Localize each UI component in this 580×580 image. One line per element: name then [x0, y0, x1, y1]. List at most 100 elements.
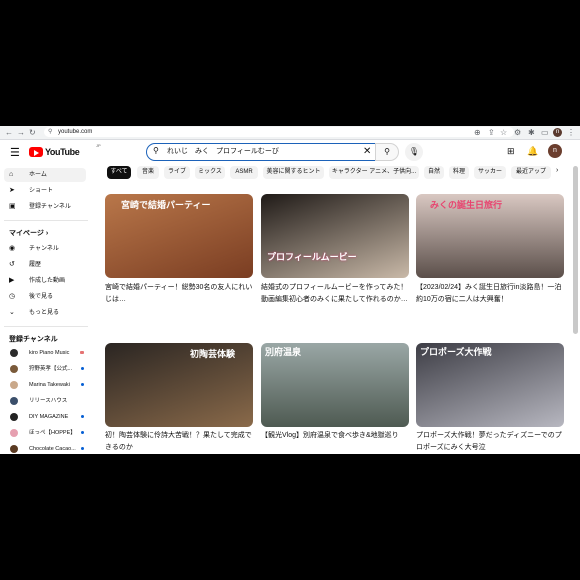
bookmark-icon[interactable]: ☆	[500, 127, 507, 138]
subscription-item[interactable]: kiro Piano Music	[4, 346, 86, 360]
subscription-label: 狩野英孝【公式...	[29, 366, 73, 372]
thumbnail-caption: 宮崎で結婚パーティー	[121, 200, 211, 210]
sidebar-item-label: 後で見る	[29, 294, 54, 300]
back-icon[interactable]: ←	[5, 127, 13, 138]
channel-avatar	[10, 349, 18, 357]
chip-live[interactable]: ライブ	[164, 166, 190, 179]
chip-all[interactable]: すべて	[107, 166, 131, 179]
sidebar-item-subscriptions[interactable]: ▣ 登録チャンネル	[4, 200, 86, 214]
video-thumbnail[interactable]: 初陶芸体験	[105, 343, 253, 427]
sidebar-divider	[4, 326, 88, 327]
video-thumbnail[interactable]: 宮崎で結婚パーティー	[105, 194, 253, 278]
sidebar-item-label: 登録チャンネル	[29, 204, 71, 210]
sidebar: ⌂ ホーム ➤ ショート ▣ 登録チャンネル マイページ › ◉ チャンネル ↺…	[0, 166, 92, 454]
sidebar-item-label: もっと見る	[29, 310, 60, 316]
watch-later-icon: ◷	[9, 293, 16, 300]
search-box[interactable]: ⚲ れいじ みく プロフィールむーび ✕	[146, 143, 376, 161]
video-thumbnail[interactable]: みくの誕生日旅行	[416, 194, 564, 278]
site-info-icon[interactable]: ⚲	[48, 127, 52, 137]
chip-mix[interactable]: ミックス	[195, 166, 225, 179]
browser-profile-avatar[interactable]: n	[553, 128, 562, 137]
search-input[interactable]: れいじ みく プロフィールむーび	[167, 144, 279, 160]
channel-avatar	[10, 445, 18, 453]
new-content-dot-icon	[81, 367, 84, 370]
sidebar-item-shorts[interactable]: ➤ ショート	[4, 184, 86, 198]
browser-menu-icon[interactable]: ⋮	[567, 127, 575, 138]
chip-cooking[interactable]: 料理	[449, 166, 469, 179]
sidepanel-icon[interactable]: ▭	[541, 127, 549, 138]
new-content-dot-icon	[81, 447, 84, 450]
video-title[interactable]: 宮崎で結婚パーティー！総勢30名の友人にれいじは…	[105, 282, 253, 306]
search-icon: ⚲	[153, 146, 159, 155]
subscription-label: DIY MAGAZINE	[29, 414, 69, 420]
notifications-icon[interactable]: 🔔	[527, 146, 538, 157]
video-title[interactable]: 【2023/02/24】みく誕生日旅行in淡路島！一泊約10万の宿に二人は大興奮…	[416, 282, 564, 306]
subscription-label: ほっぺ【HOPPE】	[29, 430, 76, 436]
chip-character-anime[interactable]: キャラクター アニメ、子供向...	[329, 166, 419, 179]
new-content-dot-icon	[81, 383, 84, 386]
chip-asmr[interactable]: ASMR	[230, 166, 258, 179]
video-title[interactable]: 結婚式のプロフィールムービーを作ってみた！動画編集初心者のみくに果たして作れるの…	[261, 282, 409, 306]
address-bar[interactable]: ⚲ youtube.com	[44, 127, 514, 137]
subscription-item[interactable]: DIY MAGAZINE	[4, 410, 86, 424]
browser-toolbar: ← → ↻ ⚲ youtube.com ⊕ ⇪ ☆ ⚙ ✱ ▭ n ⋮	[0, 126, 580, 140]
subscription-item[interactable]: Marina Takewaki	[4, 378, 86, 392]
subscription-item[interactable]: Chocolate Cacao...	[4, 442, 86, 454]
url-text: youtube.com	[58, 129, 93, 135]
chip-beauty-tips[interactable]: 美容に関するヒント	[263, 166, 324, 179]
account-avatar[interactable]: n	[548, 144, 562, 158]
new-content-dot-icon	[81, 415, 84, 418]
create-icon[interactable]: ⊞	[507, 146, 515, 157]
subscription-item[interactable]: ほっぺ【HOPPE】	[4, 426, 86, 440]
sidebar-item-watch-later[interactable]: ◷ 後で見る	[4, 290, 86, 304]
sidebar-divider	[4, 220, 88, 221]
subscriptions-section-title: 登録チャンネル	[9, 336, 58, 343]
chip-nature[interactable]: 自然	[424, 166, 444, 179]
subscription-label: Chocolate Cacao...	[29, 446, 76, 452]
sidebar-item-history[interactable]: ↺ 履歴	[4, 258, 86, 272]
chip-next-icon[interactable]: ›	[556, 167, 558, 174]
video-title[interactable]: 【観光Vlog】別府温泉で食べ歩き&地獄巡り	[261, 430, 409, 442]
video-title[interactable]: 初！陶芸体験に伶詩大苦戦！？果たして完成できるのか	[105, 430, 253, 454]
chip-music[interactable]: 音楽	[137, 166, 159, 179]
sidebar-item-channel[interactable]: ◉ チャンネル	[4, 242, 86, 256]
you-section-header[interactable]: マイページ ›	[9, 228, 48, 238]
subscription-label: Marina Takewaki	[29, 382, 70, 388]
chip-soccer[interactable]: サッカー	[474, 166, 506, 179]
video-thumbnail[interactable]: プロフィールムービー	[261, 194, 409, 278]
search-button[interactable]: ⚲	[375, 143, 399, 161]
menu-icon[interactable]: ☰	[10, 146, 20, 159]
shorts-icon: ➤	[9, 187, 15, 194]
sidebar-item-label: 作成した動画	[29, 278, 66, 284]
thumbnail-caption: みくの誕生日旅行	[430, 200, 503, 210]
sidebar-item-show-more[interactable]: ⌄ もっと見る	[4, 306, 86, 320]
puzzle-icon[interactable]: ✱	[528, 127, 535, 138]
install-icon[interactable]: ⊕	[474, 127, 481, 138]
video-thumbnail[interactable]: 別府温泉	[261, 343, 409, 427]
sidebar-item-your-videos[interactable]: ▶ 作成した動画	[4, 274, 86, 288]
sidebar-item-label: ショート	[29, 188, 54, 194]
share-icon[interactable]: ⇪	[488, 127, 495, 138]
new-content-dot-icon	[81, 431, 84, 434]
voice-search-icon[interactable]: 🎙	[405, 143, 423, 161]
sidebar-item-label: チャンネル	[29, 246, 59, 252]
youtube-logo-mark	[29, 147, 43, 157]
home-icon: ⌂	[9, 171, 14, 178]
subscription-item[interactable]: リリースハウス	[4, 394, 86, 408]
page-scrollbar[interactable]	[573, 166, 578, 334]
video-title[interactable]: プロポーズ大作戦！夢だったディズニーでのプロポーズにみく大号泣	[416, 430, 564, 454]
filter-chip-bar: すべて 音楽 ライブ ミックス ASMR 美容に関するヒント キャラクター アニ…	[107, 166, 572, 180]
sidebar-item-label: 履歴	[29, 262, 42, 268]
video-thumbnail[interactable]: プロポーズ大作戦	[416, 343, 564, 427]
you-section-title: マイページ	[9, 230, 44, 237]
youtube-region-label: JP	[96, 143, 101, 148]
forward-icon[interactable]: →	[17, 127, 25, 138]
chip-recently-uploaded[interactable]: 最近アップ	[511, 166, 551, 179]
sidebar-item-home[interactable]: ⌂ ホーム	[4, 168, 86, 182]
clear-search-icon[interactable]: ✕	[363, 144, 371, 160]
chevron-down-icon: ⌄	[9, 309, 15, 316]
reload-icon[interactable]: ↻	[29, 127, 36, 138]
subscription-item[interactable]: 狩野英孝【公式...	[4, 362, 86, 376]
channel-avatar	[10, 381, 18, 389]
extension-icon[interactable]: ⚙	[514, 127, 521, 138]
